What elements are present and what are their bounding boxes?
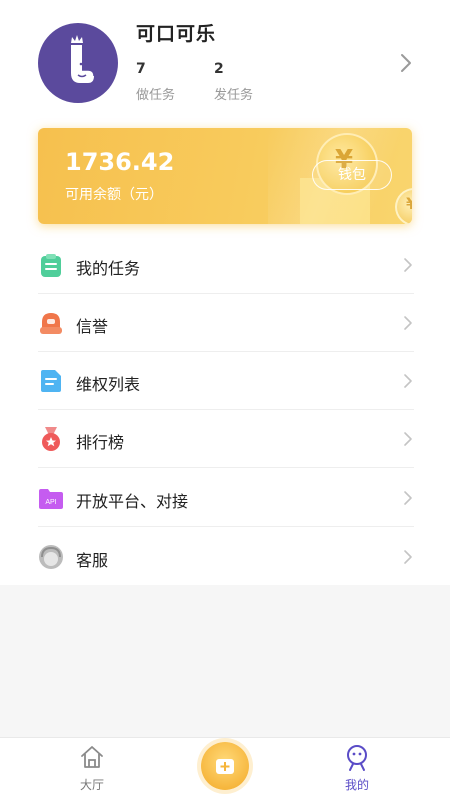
menu-label-dispute-list: 维权列表 (76, 375, 141, 394)
avatar[interactable] (38, 23, 118, 103)
menu-item-open-platform[interactable]: API 开放平台、对接 (38, 469, 414, 527)
tab-label-mine: 我的 (344, 778, 369, 792)
tab-mine[interactable]: 我的 (312, 738, 402, 801)
username: 可口可乐 (136, 23, 217, 45)
tab-hall[interactable]: 大厅 (47, 738, 137, 801)
divider (38, 526, 414, 527)
menu-label-leaderboard: 排行榜 (76, 433, 125, 452)
menu-label-customer-service: 客服 (76, 551, 109, 570)
chevron-right-icon (404, 550, 412, 564)
chevron-right-icon (404, 316, 412, 330)
divider (38, 467, 414, 468)
menu-item-customer-service[interactable]: 客服 (38, 528, 414, 586)
document-icon (41, 370, 61, 392)
wallet-card[interactable]: ¥ ¥ 1736.42 可用余额（元） 钱包 (38, 128, 412, 224)
profile-page: 可口可乐 7 做任务 2 发任务 ¥ ¥ 1736.42 可用余额（元） 钱包 … (0, 0, 450, 585)
menu-item-credit[interactable]: 信誉 (38, 294, 414, 352)
api-folder-icon: API (39, 489, 63, 509)
tab-label-hall: 大厅 (79, 778, 104, 792)
tasks-done-label[interactable]: 做任务 (136, 84, 175, 103)
credit-badge-icon (40, 313, 62, 334)
add-task-icon (216, 759, 234, 774)
home-icon (81, 746, 103, 768)
add-task-button[interactable] (201, 742, 249, 790)
profile-chevron-right-icon[interactable] (396, 52, 416, 74)
chevron-right-icon (404, 432, 412, 446)
menu-item-dispute-list[interactable]: 维权列表 (38, 352, 414, 410)
wallet-button[interactable]: 钱包 (312, 160, 392, 190)
menu-label-open-platform: 开放平台、对接 (76, 492, 189, 511)
clipboard-icon (41, 254, 61, 277)
balance-amount: 1736.42 (65, 148, 175, 176)
tasks-done-count[interactable]: 7 (136, 61, 146, 77)
menu-label-my-tasks: 我的任务 (76, 259, 141, 278)
small-yen-icon: ¥ (406, 194, 412, 213)
chevron-right-icon (404, 258, 412, 272)
menu-item-leaderboard[interactable]: 排行榜 (38, 410, 414, 468)
profile-icon (347, 745, 367, 771)
medal-icon (42, 427, 60, 451)
tasks-posted-label[interactable]: 发任务 (214, 84, 253, 103)
tasks-posted-count[interactable]: 2 (214, 61, 224, 77)
customer-service-icon (39, 545, 63, 569)
balance-label: 可用余额（元） (65, 187, 163, 203)
svg-text:API: API (45, 499, 56, 506)
menu-label-credit: 信誉 (76, 317, 109, 336)
chevron-right-icon (404, 374, 412, 388)
menu-item-my-tasks[interactable]: 我的任务 (38, 236, 414, 294)
avatar-logo-icon (71, 35, 95, 83)
chevron-right-icon (404, 491, 412, 505)
